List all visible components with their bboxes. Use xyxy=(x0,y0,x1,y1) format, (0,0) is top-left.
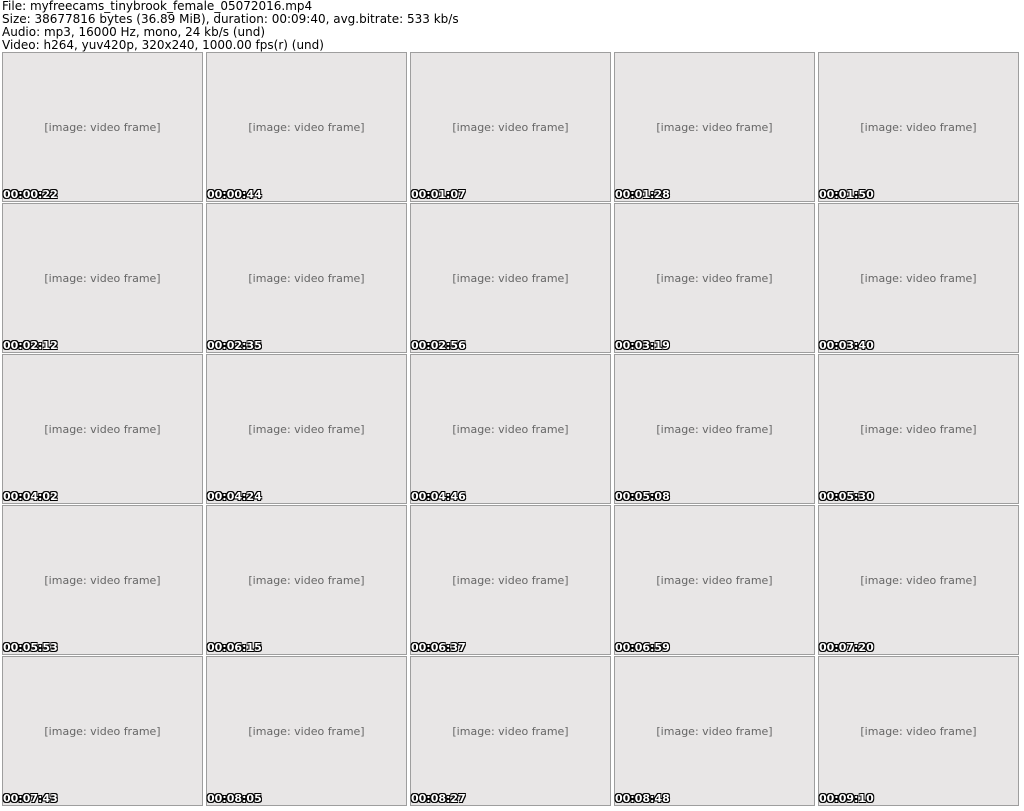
thumbnail-image-placeholder: [image: video frame] xyxy=(818,505,1019,655)
thumbnail-image-placeholder: [image: video frame] xyxy=(614,354,815,504)
thumbnail-image-placeholder: [image: video frame] xyxy=(614,656,815,806)
video-thumbnail: [image: video frame] 00:09:10 xyxy=(818,656,1019,806)
video-thumbnail: [image: video frame] 00:06:37 xyxy=(410,505,611,655)
thumbnail-image-placeholder: [image: video frame] xyxy=(614,203,815,353)
video-thumbnail: [image: video frame] 00:06:15 xyxy=(206,505,407,655)
video-thumbnail: [image: video frame] 00:00:44 xyxy=(206,52,407,202)
thumbnail-timestamp: 00:08:05 xyxy=(207,792,262,805)
thumbnail-image-placeholder: [image: video frame] xyxy=(410,354,611,504)
thumbnail-image-placeholder: [image: video frame] xyxy=(206,354,407,504)
thumbnail-timestamp: 00:01:28 xyxy=(615,188,670,201)
thumbnail-image-placeholder: [image: video frame] xyxy=(206,505,407,655)
thumbnail-timestamp: 00:03:19 xyxy=(615,339,670,352)
thumbnail-image-placeholder: [image: video frame] xyxy=(2,505,203,655)
video-thumbnail: [image: video frame] 00:08:48 xyxy=(614,656,815,806)
thumbnail-image-placeholder: [image: video frame] xyxy=(614,52,815,202)
video-thumbnail: [image: video frame] 00:02:56 xyxy=(410,203,611,353)
thumbnail-image-placeholder: [image: video frame] xyxy=(410,656,611,806)
video-info-line: Video: h264, yuv420p, 320x240, 1000.00 f… xyxy=(2,38,324,52)
thumbnail-image-placeholder: [image: video frame] xyxy=(818,203,1019,353)
thumbnail-image-placeholder: [image: video frame] xyxy=(410,52,611,202)
thumbnail-image-placeholder: [image: video frame] xyxy=(410,505,611,655)
thumbnail-image-placeholder: [image: video frame] xyxy=(2,354,203,504)
video-thumbnail: [image: video frame] 00:07:20 xyxy=(818,505,1019,655)
video-thumbnail: [image: video frame] 00:01:50 xyxy=(818,52,1019,202)
thumbnail-image-placeholder: [image: video frame] xyxy=(818,52,1019,202)
thumbnail-image-placeholder: [image: video frame] xyxy=(410,203,611,353)
thumbnail-timestamp: 00:05:08 xyxy=(615,490,670,503)
video-thumbnail: [image: video frame] 00:08:27 xyxy=(410,656,611,806)
thumbnail-image-placeholder: [image: video frame] xyxy=(2,203,203,353)
video-thumbnail: [image: video frame] 00:02:12 xyxy=(2,203,203,353)
thumbnail-timestamp: 00:07:43 xyxy=(3,792,58,805)
thumbnail-timestamp: 00:00:22 xyxy=(3,188,58,201)
thumbnail-image-placeholder: [image: video frame] xyxy=(206,203,407,353)
thumbnail-image-placeholder: [image: video frame] xyxy=(818,656,1019,806)
thumbnail-timestamp: 00:07:20 xyxy=(819,641,874,654)
video-thumbnail: [image: video frame] 00:04:24 xyxy=(206,354,407,504)
video-thumbnail: [image: video frame] 00:03:19 xyxy=(614,203,815,353)
thumbnail-image-placeholder: [image: video frame] xyxy=(2,52,203,202)
thumbnail-image-placeholder: [image: video frame] xyxy=(206,656,407,806)
video-thumbnail: [image: video frame] 00:05:53 xyxy=(2,505,203,655)
video-thumbnail: [image: video frame] 00:01:28 xyxy=(614,52,815,202)
thumbnail-timestamp: 00:06:15 xyxy=(207,641,262,654)
thumbnail-timestamp: 00:02:56 xyxy=(411,339,466,352)
video-thumbnail: [image: video frame] 00:07:43 xyxy=(2,656,203,806)
thumbnail-grid: [image: video frame] 00:00:22 [image: vide… xyxy=(2,52,1019,806)
thumbnail-timestamp: 00:04:02 xyxy=(3,490,58,503)
thumbnail-image-placeholder: [image: video frame] xyxy=(614,505,815,655)
video-thumbnail: [image: video frame] 00:03:40 xyxy=(818,203,1019,353)
thumbnail-timestamp: 00:01:50 xyxy=(819,188,874,201)
thumbnail-timestamp: 00:01:07 xyxy=(411,188,466,201)
thumbnail-timestamp: 00:04:24 xyxy=(207,490,262,503)
file-info-header: File: myfreecams_tinybrook_female_050720… xyxy=(2,0,1002,52)
thumbnail-timestamp: 00:03:40 xyxy=(819,339,874,352)
thumbnail-image-placeholder: [image: video frame] xyxy=(818,354,1019,504)
video-thumbnail: [image: video frame] 00:02:35 xyxy=(206,203,407,353)
video-thumbnail: [image: video frame] 00:05:08 xyxy=(614,354,815,504)
thumbnail-timestamp: 00:02:35 xyxy=(207,339,262,352)
thumbnail-timestamp: 00:05:30 xyxy=(819,490,874,503)
video-thumbnail: [image: video frame] 00:05:30 xyxy=(818,354,1019,504)
thumbnail-timestamp: 00:06:37 xyxy=(411,641,466,654)
thumbnail-image-placeholder: [image: video frame] xyxy=(206,52,407,202)
video-thumbnail: [image: video frame] 00:06:59 xyxy=(614,505,815,655)
thumbnail-timestamp: 00:09:10 xyxy=(819,792,874,805)
thumbnail-timestamp: 00:08:48 xyxy=(615,792,670,805)
thumbnail-timestamp: 00:00:44 xyxy=(207,188,262,201)
video-thumbnail: [image: video frame] 00:00:22 xyxy=(2,52,203,202)
thumbnail-timestamp: 00:06:59 xyxy=(615,641,670,654)
video-thumbnail: [image: video frame] 00:04:46 xyxy=(410,354,611,504)
video-thumbnail: [image: video frame] 00:04:02 xyxy=(2,354,203,504)
video-thumbnail: [image: video frame] 00:01:07 xyxy=(410,52,611,202)
thumbnail-timestamp: 00:02:12 xyxy=(3,339,58,352)
thumbnail-timestamp: 00:05:53 xyxy=(3,641,58,654)
video-thumbnail: [image: video frame] 00:08:05 xyxy=(206,656,407,806)
thumbnail-timestamp: 00:08:27 xyxy=(411,792,466,805)
thumbnail-image-placeholder: [image: video frame] xyxy=(2,656,203,806)
thumbnail-timestamp: 00:04:46 xyxy=(411,490,466,503)
